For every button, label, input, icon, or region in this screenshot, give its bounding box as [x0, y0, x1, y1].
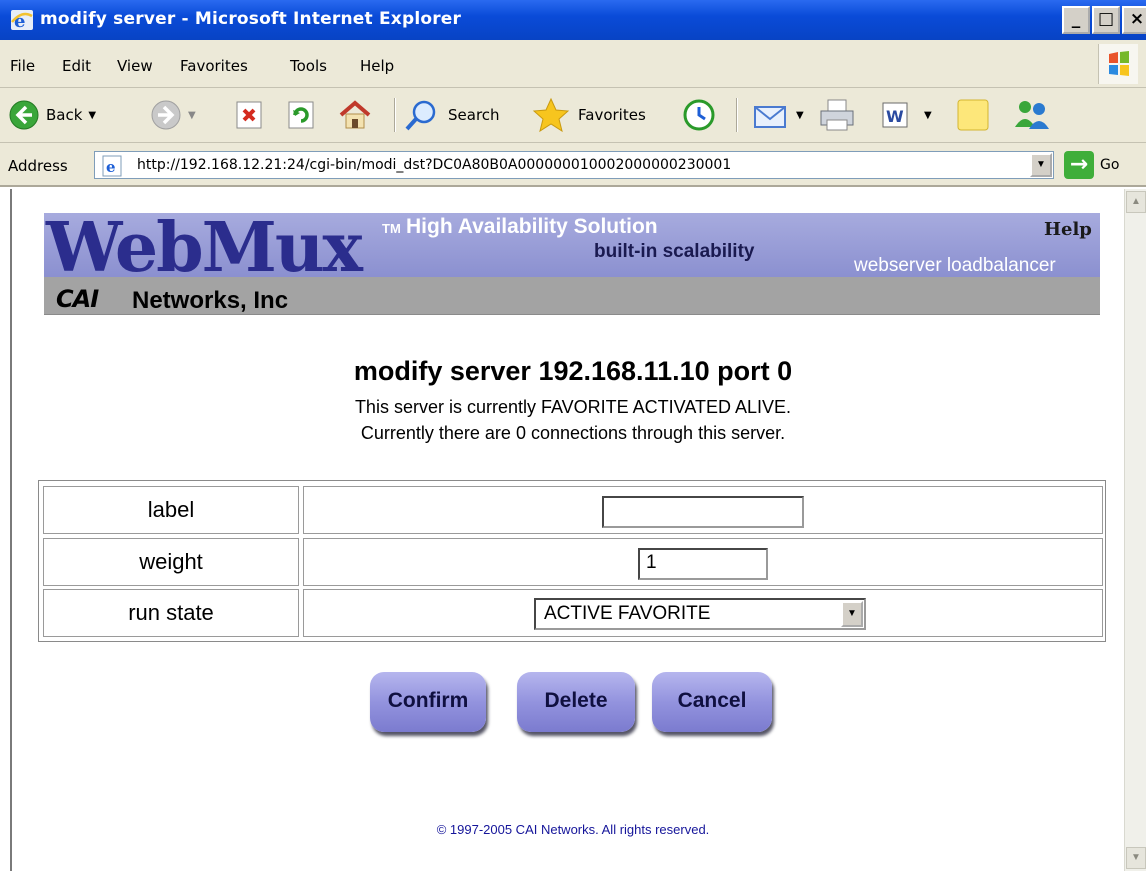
- favorites-button[interactable]: Favorites: [532, 96, 646, 134]
- select-dropdown-icon[interactable]: ▼: [841, 601, 863, 627]
- menu-view[interactable]: View: [117, 57, 153, 75]
- menu-favorites[interactable]: Favorites: [180, 57, 248, 75]
- back-label: Back: [46, 106, 83, 124]
- banner-product-line: webserver loadbalancer: [854, 255, 1056, 276]
- menu-help[interactable]: Help: [360, 57, 394, 75]
- search-button[interactable]: Search: [404, 96, 500, 134]
- scroll-up-icon[interactable]: ▲: [1126, 191, 1146, 213]
- webmux-logo: WebMux: [46, 208, 363, 288]
- table-row-run-state: run state ACTIVE FAVORITE ▼: [43, 589, 1103, 637]
- go-arrow-icon: →: [1064, 151, 1094, 179]
- run-state-field-label: run state: [43, 589, 299, 637]
- svg-text:e: e: [106, 158, 116, 176]
- toolbar-separator: [736, 98, 738, 132]
- search-label: Search: [448, 106, 500, 124]
- internet-explorer-icon: e: [11, 10, 33, 32]
- webmux-banner: WebMux TM High Availability Solution bui…: [44, 213, 1100, 315]
- back-dropdown-icon[interactable]: ▼: [88, 110, 96, 121]
- label-field-cell: [303, 486, 1103, 534]
- home-button[interactable]: [338, 96, 372, 134]
- run-state-select[interactable]: ACTIVE FAVORITE ▼: [534, 598, 866, 630]
- run-state-field-cell: ACTIVE FAVORITE ▼: [303, 589, 1103, 637]
- mail-dropdown-icon[interactable]: ▼: [796, 110, 804, 121]
- messenger-button[interactable]: [1012, 96, 1052, 134]
- back-button[interactable]: Back ▼: [8, 96, 96, 134]
- server-status-text: This server is currently FAVORITE ACTIVA…: [354, 397, 792, 417]
- forward-arrow-icon: [151, 100, 181, 130]
- word-edit-icon: W: [882, 102, 908, 128]
- go-label: Go: [1100, 157, 1120, 173]
- favorites-star-icon: [532, 97, 570, 133]
- menu-bar: File Edit View Favorites Tools Help: [0, 40, 1146, 88]
- weight-field-label: weight: [43, 538, 299, 586]
- toolbar: Back ▼ ▼ Search Favorites ▼ W ▼: [0, 88, 1146, 143]
- banner-subtagline: built-in scalability: [594, 241, 755, 262]
- windows-logo-icon: [1098, 44, 1138, 84]
- weight-field-cell: 1: [303, 538, 1103, 586]
- page-title: modify server 192.168.11.10 port 0: [353, 356, 793, 386]
- table-row-weight: weight 1: [43, 538, 1103, 586]
- stop-icon: [236, 101, 262, 129]
- go-button[interactable]: → Go: [1064, 151, 1119, 179]
- close-button[interactable]: ×: [1122, 6, 1146, 34]
- forward-dropdown-icon[interactable]: ▼: [188, 110, 196, 121]
- label-field-label: label: [43, 486, 299, 534]
- cai-logo: CAI: [56, 285, 99, 313]
- history-button[interactable]: [682, 96, 716, 134]
- address-input[interactable]: e http://192.168.12.21:24/cgi-bin/modi_d…: [94, 151, 1054, 179]
- search-icon: [405, 100, 436, 131]
- confirm-button[interactable]: Confirm: [370, 672, 486, 732]
- menu-tools[interactable]: Tools: [290, 57, 327, 75]
- minimize-button[interactable]: _: [1062, 6, 1090, 34]
- copyright-footer: © 1997-2005 CAI Networks. All rights res…: [436, 822, 710, 837]
- help-link[interactable]: Help: [1044, 219, 1092, 240]
- company-name: Networks, Inc: [132, 287, 289, 314]
- print-icon: [820, 99, 854, 131]
- page-icon: e: [102, 155, 122, 177]
- mail-button[interactable]: ▼: [752, 96, 804, 134]
- toolbar-separator: [394, 98, 396, 132]
- label-input[interactable]: [602, 496, 804, 528]
- address-bar: Address e http://192.168.12.21:24/cgi-bi…: [0, 143, 1146, 187]
- messenger-icon: [1015, 101, 1049, 129]
- address-dropdown-icon[interactable]: ▼: [1030, 153, 1052, 177]
- menu-file[interactable]: File: [10, 57, 35, 75]
- discuss-note-icon: [957, 99, 989, 131]
- discuss-button[interactable]: [956, 96, 990, 134]
- title-bar: e modify server - Microsoft Internet Exp…: [0, 0, 1146, 40]
- svg-text:W: W: [886, 107, 904, 126]
- address-url: http://192.168.12.21:24/cgi-bin/modi_dst…: [137, 157, 732, 173]
- run-state-selected-value: ACTIVE FAVORITE: [544, 603, 711, 624]
- history-icon: [683, 99, 715, 131]
- print-button[interactable]: [818, 96, 856, 134]
- connection-count-text: Currently there are 0 connections throug…: [360, 423, 786, 443]
- vertical-scrollbar[interactable]: ▲ ▼: [1124, 189, 1146, 871]
- edit-button[interactable]: W ▼: [880, 96, 932, 134]
- weight-input[interactable]: 1: [638, 548, 768, 580]
- server-form-table: label weight 1 run state ACTIVE FAVORITE…: [38, 480, 1106, 642]
- menu-edit[interactable]: Edit: [62, 57, 91, 75]
- maximize-button[interactable]: □: [1092, 6, 1120, 34]
- banner-tagline: High Availability Solution: [406, 215, 658, 238]
- back-arrow-icon: [9, 100, 39, 130]
- edit-dropdown-icon[interactable]: ▼: [924, 110, 932, 121]
- forward-button[interactable]: ▼: [150, 96, 196, 134]
- window-title: modify server - Microsoft Internet Explo…: [40, 9, 462, 29]
- delete-button[interactable]: Delete: [517, 672, 635, 732]
- refresh-button[interactable]: [286, 96, 316, 134]
- trademark-symbol: TM: [382, 221, 401, 236]
- cancel-button[interactable]: Cancel: [652, 672, 772, 732]
- refresh-icon: [288, 101, 314, 129]
- favorites-label: Favorites: [578, 106, 646, 124]
- address-label: Address: [8, 157, 68, 175]
- mail-icon: [754, 106, 786, 128]
- table-row-label: label: [43, 486, 1103, 534]
- stop-button[interactable]: [234, 96, 264, 134]
- home-icon: [339, 100, 371, 129]
- scroll-down-icon[interactable]: ▼: [1126, 847, 1146, 869]
